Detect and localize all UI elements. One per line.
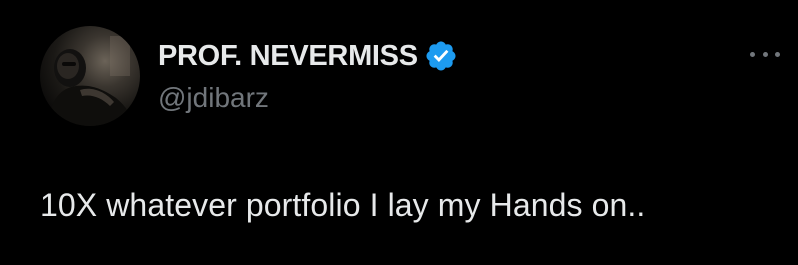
user-handle[interactable]: @jdibarz (158, 82, 269, 114)
dot (775, 51, 780, 57)
dot (762, 51, 768, 57)
avatar[interactable] (40, 26, 140, 126)
verified-badge-icon[interactable] (424, 39, 458, 73)
author-name-row: PROF. NEVERMISS (158, 38, 458, 74)
dot (750, 51, 755, 57)
more-options-ellipsis-icon[interactable] (750, 44, 780, 64)
avatar-photo-icon (48, 36, 134, 126)
display-name[interactable]: PROF. NEVERMISS (158, 40, 418, 73)
tweet-text: 10X whatever portfolio I lay my Hands on… (40, 187, 646, 223)
tweet-card: PROF. NEVERMISS @jdibarz 10X whatever po… (0, 0, 798, 265)
